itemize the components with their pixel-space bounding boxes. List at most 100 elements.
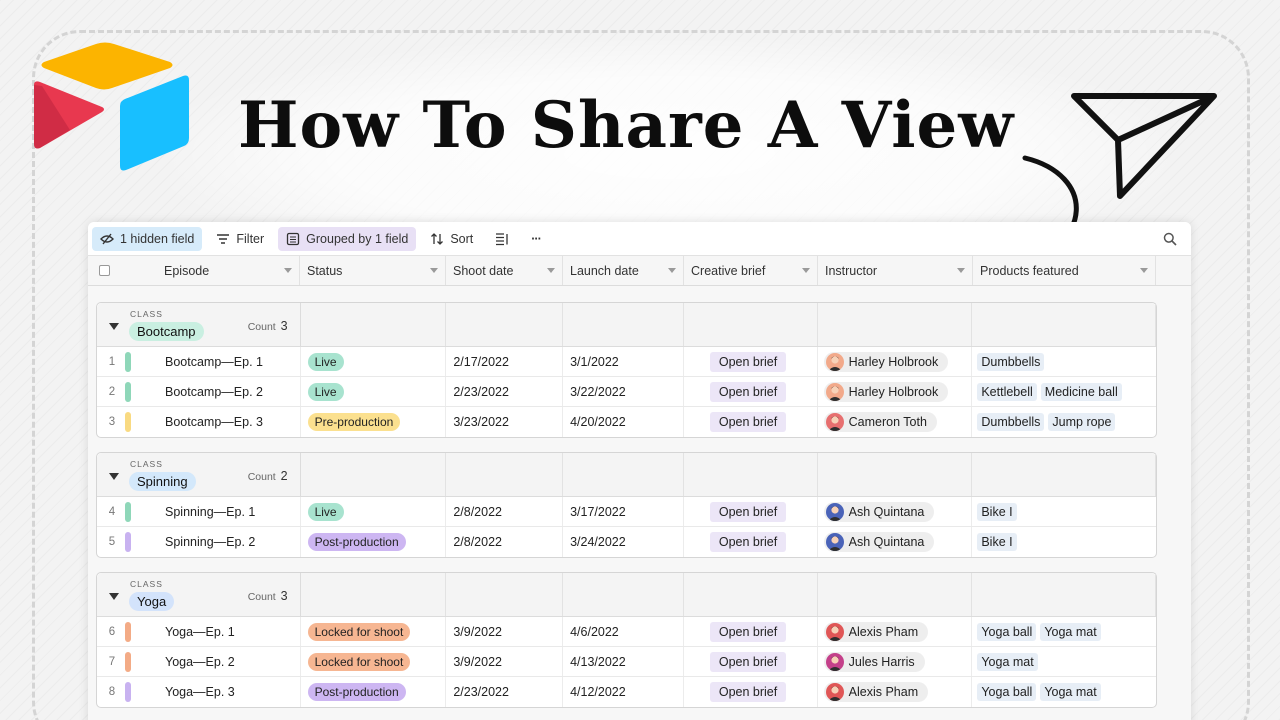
launch-date-cell[interactable]: 4/20/2022 [563,407,684,437]
instructor-chip[interactable]: Harley Holbrook [823,351,949,372]
column-header-shoot-date[interactable]: Shoot date [446,256,563,285]
episode-cell[interactable]: 2 Bootcamp—Ep. 2 [97,377,301,406]
chevron-down-icon[interactable] [668,268,676,273]
open-brief-button[interactable]: Open brief [709,621,787,642]
status-cell[interactable]: Post-production [301,677,447,707]
creative-brief-cell[interactable]: Open brief [684,647,818,676]
column-header-instructor[interactable]: Instructor [818,256,973,285]
sort-button[interactable]: Sort [422,227,481,251]
status-cell[interactable]: Pre-production [301,407,447,437]
column-header-creative-brief[interactable]: Creative brief [684,256,818,285]
instructor-chip[interactable]: Harley Holbrook [823,381,949,402]
products-featured-cell[interactable]: Yoga ball Yoga mat [972,677,1156,707]
open-brief-button[interactable]: Open brief [709,501,787,522]
creative-brief-cell[interactable]: Open brief [684,377,818,406]
episode-cell[interactable]: 3 Bootcamp—Ep. 3 [97,407,301,437]
status-cell[interactable]: Live [301,347,447,376]
instructor-chip[interactable]: Ash Quintana [823,532,935,552]
products-featured-cell[interactable]: Yoga mat [972,647,1156,676]
instructor-cell[interactable]: Harley Holbrook [818,377,973,406]
instructor-chip[interactable]: Jules Harris [823,651,925,672]
instructor-chip[interactable]: Alexis Pham [823,621,929,642]
shoot-date-cell[interactable]: 3/23/2022 [446,407,564,437]
shoot-date-cell[interactable]: 2/23/2022 [446,677,564,707]
open-brief-button[interactable]: Open brief [709,682,787,702]
products-featured-cell[interactable]: Kettlebell Medicine ball [972,377,1156,406]
launch-date-cell[interactable]: 4/6/2022 [563,617,684,646]
launch-date-cell[interactable]: 3/1/2022 [563,347,684,376]
group-header[interactable]: CLASS Yoga Count 3 [97,573,1156,617]
table-row[interactable]: 1 Bootcamp—Ep. 1 Live 2/17/2022 3/1/2022… [97,347,1156,377]
open-brief-button[interactable]: Open brief [709,351,787,372]
table-row[interactable]: 6 Yoga—Ep. 1 Locked for shoot 3/9/2022 4… [97,617,1156,647]
creative-brief-cell[interactable]: Open brief [684,617,818,646]
launch-date-cell[interactable]: 3/22/2022 [563,377,684,406]
open-brief-button[interactable]: Open brief [709,412,787,432]
products-featured-cell[interactable]: Dumbbells [972,347,1156,376]
instructor-cell[interactable]: Ash Quintana [818,527,973,557]
table-row[interactable]: 8 Yoga—Ep. 3 Post-production 2/23/2022 4… [97,677,1156,707]
shoot-date-cell[interactable]: 2/8/2022 [446,527,564,557]
open-brief-button[interactable]: Open brief [709,381,787,402]
table-row[interactable]: 5 Spinning—Ep. 2 Post-production 2/8/202… [97,527,1156,557]
column-header-episode[interactable]: Episode [88,256,300,285]
instructor-chip[interactable]: Alexis Pham [823,682,929,702]
group-button[interactable]: Grouped by 1 field [278,226,417,251]
table-row[interactable]: 2 Bootcamp—Ep. 2 Live 2/23/2022 3/22/202… [97,377,1156,407]
creative-brief-cell[interactable]: Open brief [684,347,818,376]
creative-brief-cell[interactable]: Open brief [684,527,818,557]
select-all-checkbox[interactable] [99,265,110,276]
products-featured-cell[interactable]: Yoga ball Yoga mat [972,617,1156,646]
products-featured-cell[interactable]: Dumbbells Jump rope [972,407,1156,437]
status-cell[interactable]: Live [301,377,447,406]
status-cell[interactable]: Post-production [301,527,447,557]
open-brief-button[interactable]: Open brief [709,532,787,552]
column-header-status[interactable]: Status [300,256,446,285]
group-header[interactable]: CLASS Spinning Count 2 [97,453,1156,497]
chevron-down-icon[interactable] [547,268,555,273]
shoot-date-cell[interactable]: 2/17/2022 [446,347,564,376]
instructor-chip[interactable]: Cameron Toth [823,412,937,432]
launch-date-cell[interactable]: 3/24/2022 [563,527,684,557]
column-header-launch-date[interactable]: Launch date [563,256,684,285]
episode-cell[interactable]: 6 Yoga—Ep. 1 [97,617,301,646]
products-featured-cell[interactable]: Bike I [972,497,1156,526]
creative-brief-cell[interactable]: Open brief [684,497,818,526]
instructor-cell[interactable]: Alexis Pham [818,617,973,646]
table-row[interactable]: 3 Bootcamp—Ep. 3 Pre-production 3/23/202… [97,407,1156,437]
chevron-down-icon[interactable] [802,268,810,273]
instructor-cell[interactable]: Harley Holbrook [818,347,973,376]
instructor-cell[interactable]: Alexis Pham [818,677,973,707]
episode-cell[interactable]: 7 Yoga—Ep. 2 [97,647,301,676]
launch-date-cell[interactable]: 3/17/2022 [563,497,684,526]
collapse-triangle-icon[interactable] [109,473,119,480]
hide-fields-button[interactable]: 1 hidden field [92,226,203,251]
collapse-triangle-icon[interactable] [109,323,119,330]
instructor-cell[interactable]: Jules Harris [818,647,973,676]
episode-cell[interactable]: 5 Spinning—Ep. 2 [97,527,301,557]
episode-cell[interactable]: 1 Bootcamp—Ep. 1 [97,347,301,376]
launch-date-cell[interactable]: 4/13/2022 [563,647,684,676]
more-options-button[interactable]: ··· [523,227,549,251]
chevron-down-icon[interactable] [430,268,438,273]
search-button[interactable] [1163,232,1177,246]
shoot-date-cell[interactable]: 2/8/2022 [446,497,564,526]
launch-date-cell[interactable]: 4/12/2022 [563,677,684,707]
episode-cell[interactable]: 8 Yoga—Ep. 3 [97,677,301,707]
group-header[interactable]: CLASS Bootcamp Count 3 [97,303,1156,347]
table-row[interactable]: 4 Spinning—Ep. 1 Live 2/8/2022 3/17/2022… [97,497,1156,527]
filter-button[interactable]: Filter [208,227,272,251]
shoot-date-cell[interactable]: 3/9/2022 [446,617,564,646]
instructor-cell[interactable]: Ash Quintana [818,497,973,526]
row-height-button[interactable] [487,227,517,251]
shoot-date-cell[interactable]: 3/9/2022 [446,647,564,676]
status-cell[interactable]: Live [301,497,447,526]
collapse-triangle-icon[interactable] [109,593,119,600]
column-header-products-featured[interactable]: Products featured [973,256,1156,285]
table-row[interactable]: 7 Yoga—Ep. 2 Locked for shoot 3/9/2022 4… [97,647,1156,677]
instructor-cell[interactable]: Cameron Toth [818,407,973,437]
open-brief-button[interactable]: Open brief [709,651,787,672]
products-featured-cell[interactable]: Bike I [972,527,1156,557]
status-cell[interactable]: Locked for shoot [301,617,447,646]
status-cell[interactable]: Locked for shoot [301,647,447,676]
